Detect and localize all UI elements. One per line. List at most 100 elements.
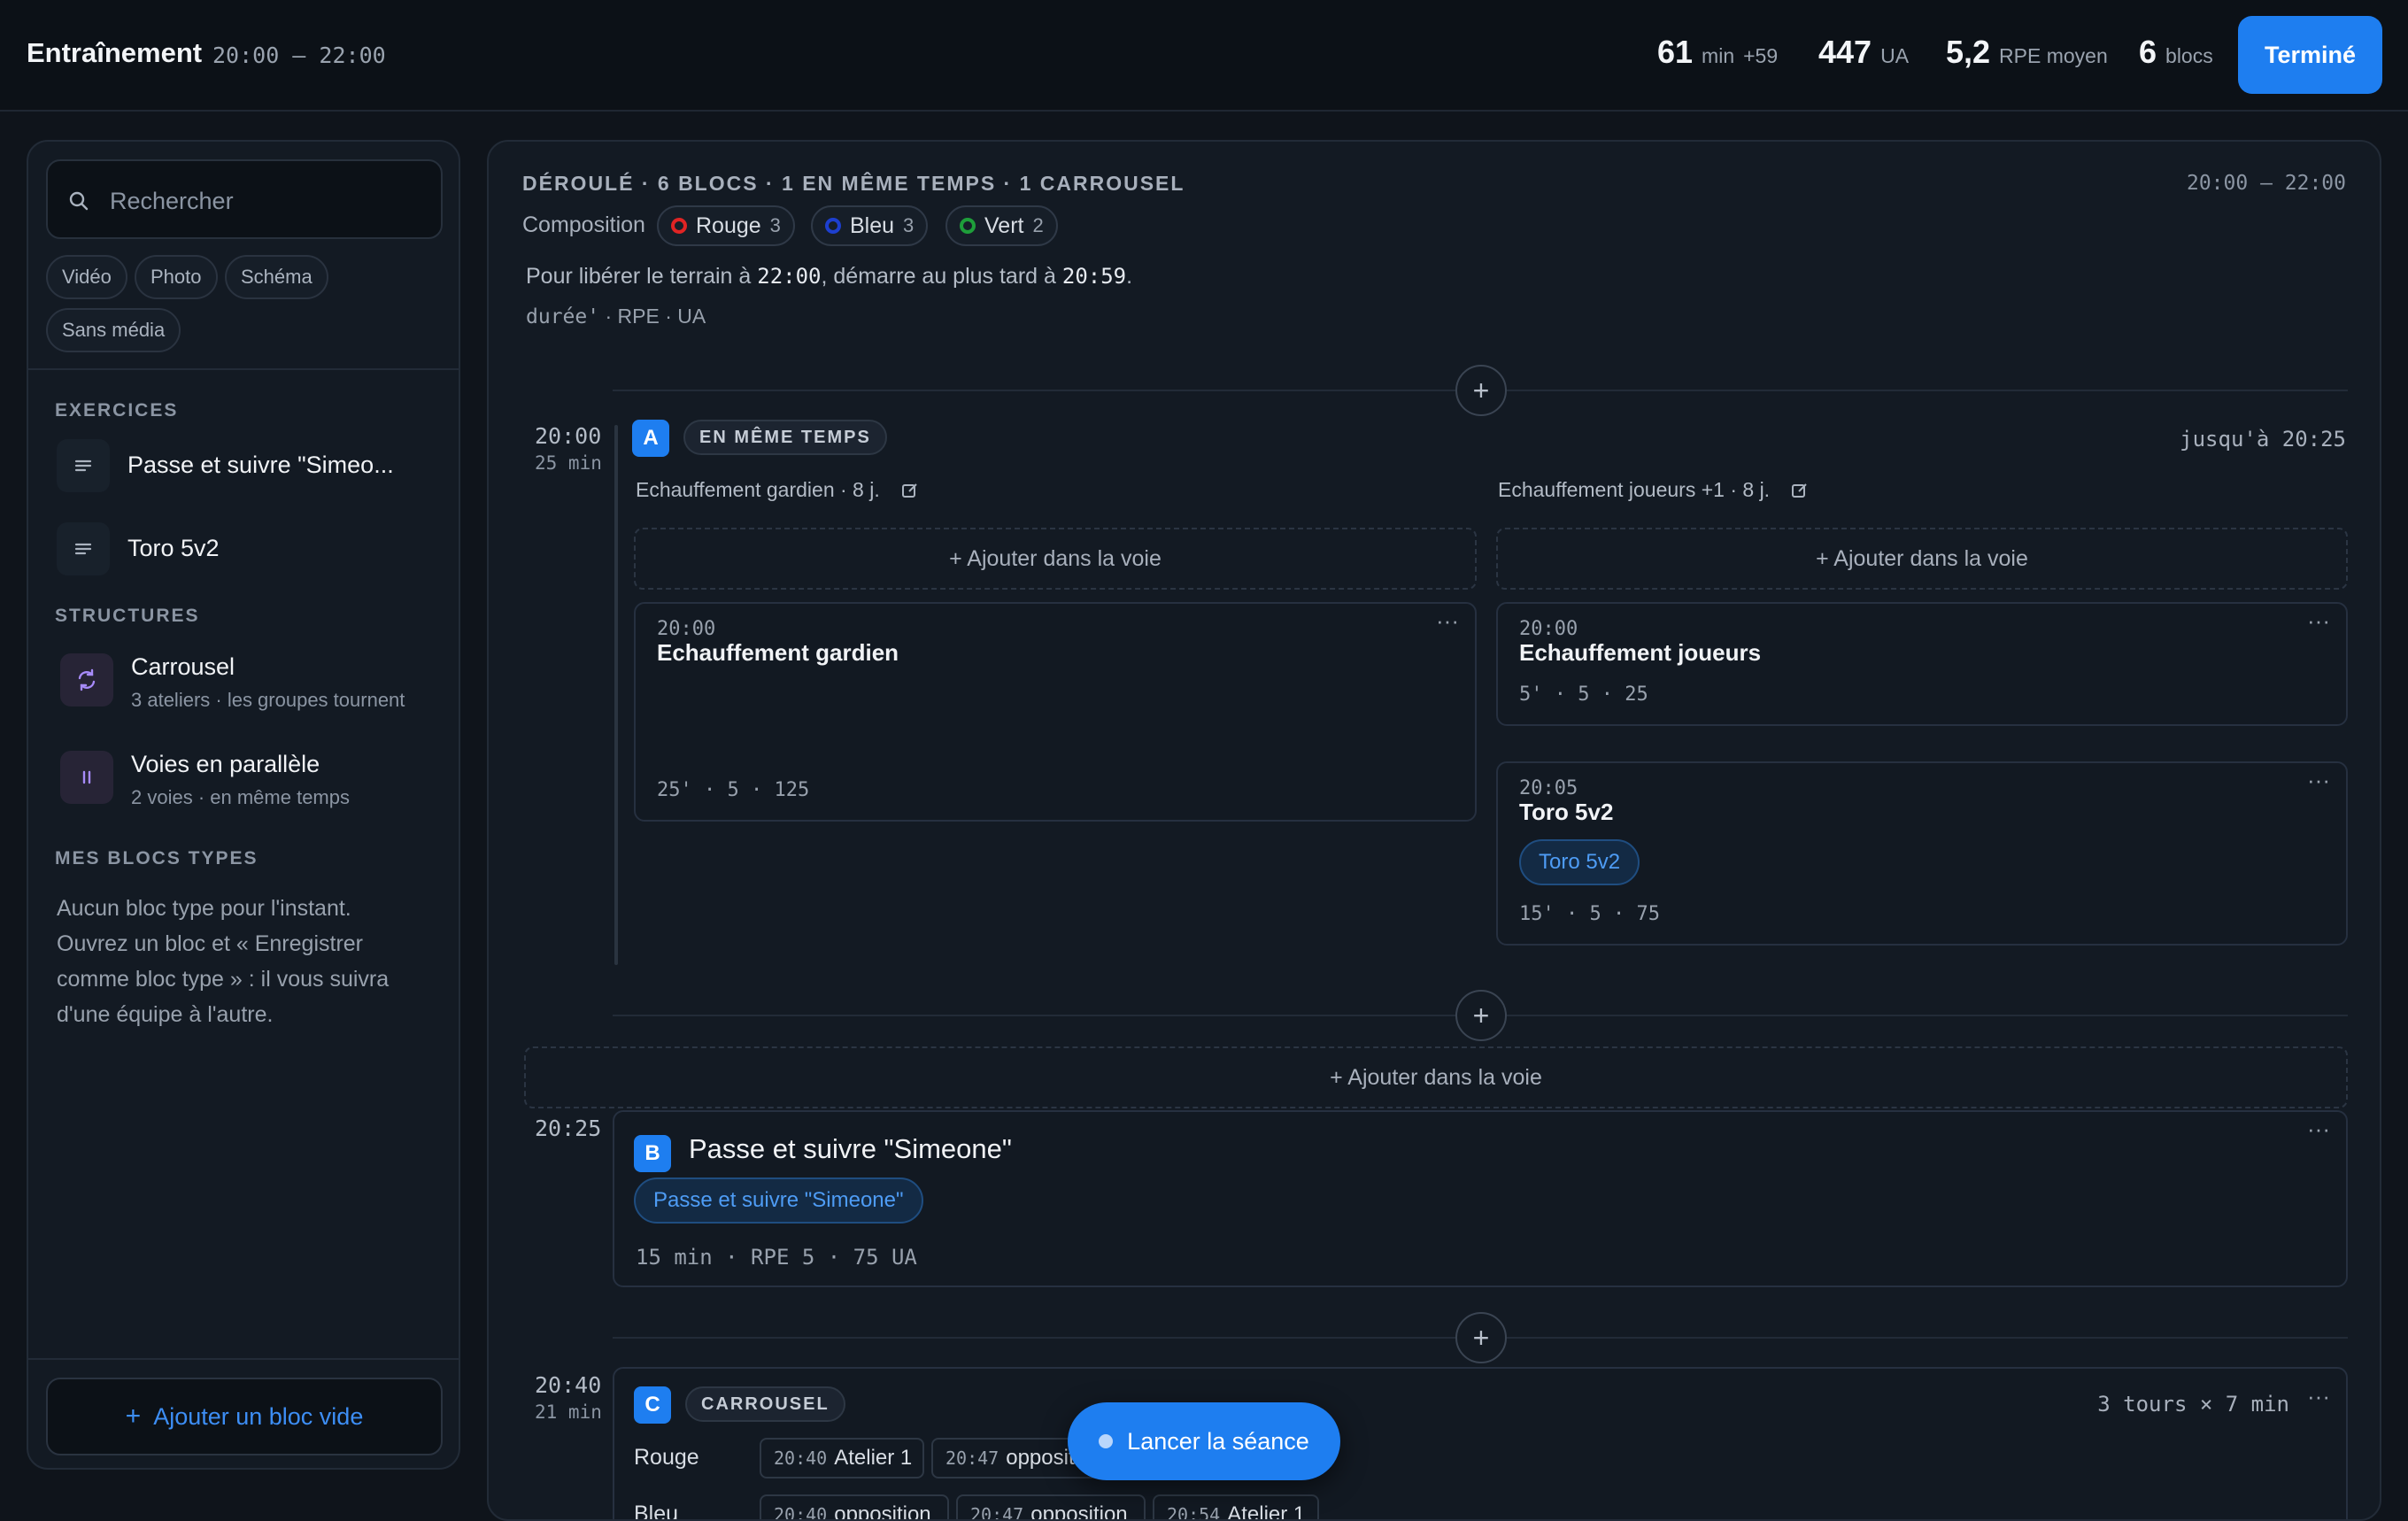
- plus-icon: +: [125, 1401, 142, 1431]
- team-chip-rouge[interactable]: Rouge 3: [657, 205, 795, 246]
- filter-schema[interactable]: Schéma: [225, 255, 328, 299]
- add-empty-block-label: Ajouter un bloc vide: [153, 1402, 364, 1430]
- card-meta: 15' · 5 · 75: [1519, 903, 1660, 925]
- library-sidebar: Rechercher Vidéo Photo Schéma Sans média…: [27, 140, 460, 1470]
- block-card[interactable]: 20:00 Echauffement gardien ··· 25' · 5 ·…: [634, 602, 1477, 822]
- templates-empty-text: Aucun bloc type pour l'instant. Ouvrez u…: [57, 896, 390, 1027]
- card-meta: 25' · 5 · 125: [657, 779, 810, 801]
- library-exercise-item[interactable]: Toro 5v2: [28, 522, 418, 584]
- insert-block-button[interactable]: +: [1455, 365, 1507, 416]
- session-timeline: DÉROULÉ · 6 BLOCS · 1 EN MÊME TEMPS · 1 …: [487, 140, 2381, 1521]
- card-title: Toro 5v2: [1519, 799, 1614, 825]
- search-placeholder: Rechercher: [110, 188, 234, 214]
- filter-no-media[interactable]: Sans média: [46, 308, 181, 352]
- insert-block-button[interactable]: +: [1455, 1312, 1507, 1363]
- templates-heading: MES BLOCS TYPES: [55, 848, 259, 869]
- lane-rail: [614, 425, 618, 965]
- card-title: Echauffement gardien: [657, 639, 899, 666]
- block-card[interactable]: B Passe et suivre "Simeone" ··· Passe et…: [613, 1110, 2348, 1287]
- search-input[interactable]: Rechercher: [46, 159, 443, 239]
- lane-2-title[interactable]: Echauffement joueurs +1 · 8 j.: [1498, 478, 1809, 502]
- card-time: 20:00: [657, 618, 716, 640]
- block-c-time: 20:40 21 min: [535, 1372, 602, 1423]
- block-card[interactable]: 20:05 Toro 5v2 ··· Toro 5v2 15' · 5 · 75: [1496, 761, 2348, 946]
- blocks-stat: 6 blocs: [2139, 34, 2213, 70]
- search-icon: [69, 191, 89, 211]
- lane-1-title[interactable]: Echauffement gardien · 8 j.: [636, 478, 919, 502]
- exercises-heading: EXERCICES: [55, 400, 179, 421]
- library-exercise-item[interactable]: Passe et suivre "Simeo...: [28, 439, 418, 501]
- team-chip-bleu[interactable]: Bleu 3: [811, 205, 929, 246]
- more-icon[interactable]: ···: [2307, 767, 2330, 794]
- rpe-stat: 5,2 RPE moyen: [1946, 34, 2108, 70]
- metrics-legend: durée' · RPE · UA: [526, 305, 706, 328]
- block-a-tag: EN MÊME TEMPS: [683, 420, 887, 455]
- filter-photo[interactable]: Photo: [135, 255, 218, 299]
- carousel-row-label: Rouge: [634, 1445, 699, 1470]
- card-time: 20:05: [1519, 777, 1578, 799]
- lines-icon: [57, 439, 110, 492]
- session-time-range: 20:00 – 22:00: [212, 42, 386, 68]
- more-icon[interactable]: ···: [2307, 607, 2330, 635]
- add-in-lane-button[interactable]: + Ajouter dans la voie: [524, 1046, 2348, 1108]
- block-a-letter: A: [632, 420, 669, 457]
- plus-icon: +: [1472, 374, 1490, 406]
- carousel-block[interactable]: C CARROUSEL 3 tours × 7 min ··· Rouge 20…: [613, 1367, 2348, 1521]
- card-meta: 5' · 5 · 25: [1519, 683, 1648, 706]
- insert-block-button[interactable]: +: [1455, 990, 1507, 1041]
- launch-session-label: Lancer la séance: [1127, 1427, 1309, 1455]
- team-chip-vert[interactable]: Vert 2: [945, 205, 1058, 246]
- block-a-time: 20:00 25 min: [535, 423, 602, 474]
- page-title: Entraînement: [27, 37, 203, 68]
- carousel-slot[interactable]: 20:40 Atelier 1: [760, 1438, 924, 1479]
- structure-sub: 2 voies · en même temps: [131, 786, 350, 808]
- top-bar: Entraînement 20:00 – 22:00 61 min +59 447 U…: [0, 0, 2408, 112]
- block-c-rounds: 3 tours × 7 min: [2097, 1392, 2289, 1417]
- block-c-letter: C: [634, 1386, 671, 1424]
- block-card[interactable]: 20:00 Echauffement joueurs ··· 5' · 5 · …: [1496, 602, 2348, 726]
- add-in-lane-button[interactable]: + Ajouter dans la voie: [1496, 528, 2348, 590]
- block-c-tag: CARROUSEL: [685, 1386, 845, 1422]
- structure-label: Voies en parallèle: [131, 751, 320, 777]
- block-b-time: 20:25: [535, 1116, 602, 1141]
- exercise-pill[interactable]: Passe et suivre "Simeone": [634, 1177, 923, 1224]
- divider: [28, 1358, 459, 1360]
- card-time: 20:00: [1519, 618, 1578, 640]
- divider: [28, 368, 459, 370]
- exercise-pill[interactable]: Toro 5v2: [1519, 839, 1640, 885]
- edit-icon[interactable]: [1791, 482, 1809, 499]
- structure-sub: 3 ateliers · les groupes tournent: [131, 689, 405, 711]
- rotate-icon: [60, 653, 113, 706]
- deadline-note: Pour libérer le terrain à 22:00, démarre…: [526, 264, 1133, 289]
- block-a-until: jusqu'à 20:25: [2180, 427, 2346, 452]
- team-color-icon: [960, 218, 976, 234]
- more-icon[interactable]: ···: [2307, 1383, 2330, 1410]
- add-empty-block-button[interactable]: + Ajouter un bloc vide: [46, 1378, 443, 1455]
- carousel-slot[interactable]: 20:47 opposition: [956, 1494, 1146, 1519]
- carousel-slot[interactable]: 20:40 opposition: [760, 1494, 949, 1519]
- timeline-summary: DÉROULÉ · 6 BLOCS · 1 EN MÊME TEMPS · 1 …: [522, 172, 1185, 195]
- card-title: Echauffement joueurs: [1519, 639, 1762, 666]
- add-in-lane-button[interactable]: + Ajouter dans la voie: [634, 528, 1477, 590]
- more-icon[interactable]: ···: [1436, 607, 1459, 635]
- card-meta: 15 min · RPE 5 · 75 UA: [636, 1245, 917, 1270]
- block-b-title: Passe et suivre "Simeone": [689, 1133, 1012, 1164]
- load-stat: 447 UA: [1818, 34, 1910, 70]
- composition-label: Composition: [522, 212, 645, 237]
- pause-icon: [60, 751, 113, 804]
- plus-icon: +: [1472, 1321, 1490, 1354]
- launch-session-button[interactable]: Lancer la séance: [1068, 1402, 1340, 1480]
- carousel-slot[interactable]: 20:54 Atelier 1: [1153, 1494, 1319, 1519]
- done-button[interactable]: Terminé: [2238, 16, 2382, 94]
- structure-parallel-lanes[interactable]: Voies en parallèle 2 voies · en même tem…: [28, 751, 418, 822]
- filter-video[interactable]: Vidéo: [46, 255, 127, 299]
- carousel-row-label: Bleu: [634, 1502, 679, 1521]
- more-icon[interactable]: ···: [2307, 1116, 2330, 1143]
- block-b-letter: B: [634, 1135, 671, 1172]
- edit-icon[interactable]: [901, 482, 919, 499]
- team-color-icon: [671, 218, 687, 234]
- structures-heading: STRUCTURES: [55, 606, 200, 626]
- exercise-label: Passe et suivre "Simeo...: [127, 452, 394, 478]
- team-color-icon: [825, 218, 841, 234]
- structure-carousel[interactable]: Carrousel 3 ateliers · les groupes tourn…: [28, 653, 418, 724]
